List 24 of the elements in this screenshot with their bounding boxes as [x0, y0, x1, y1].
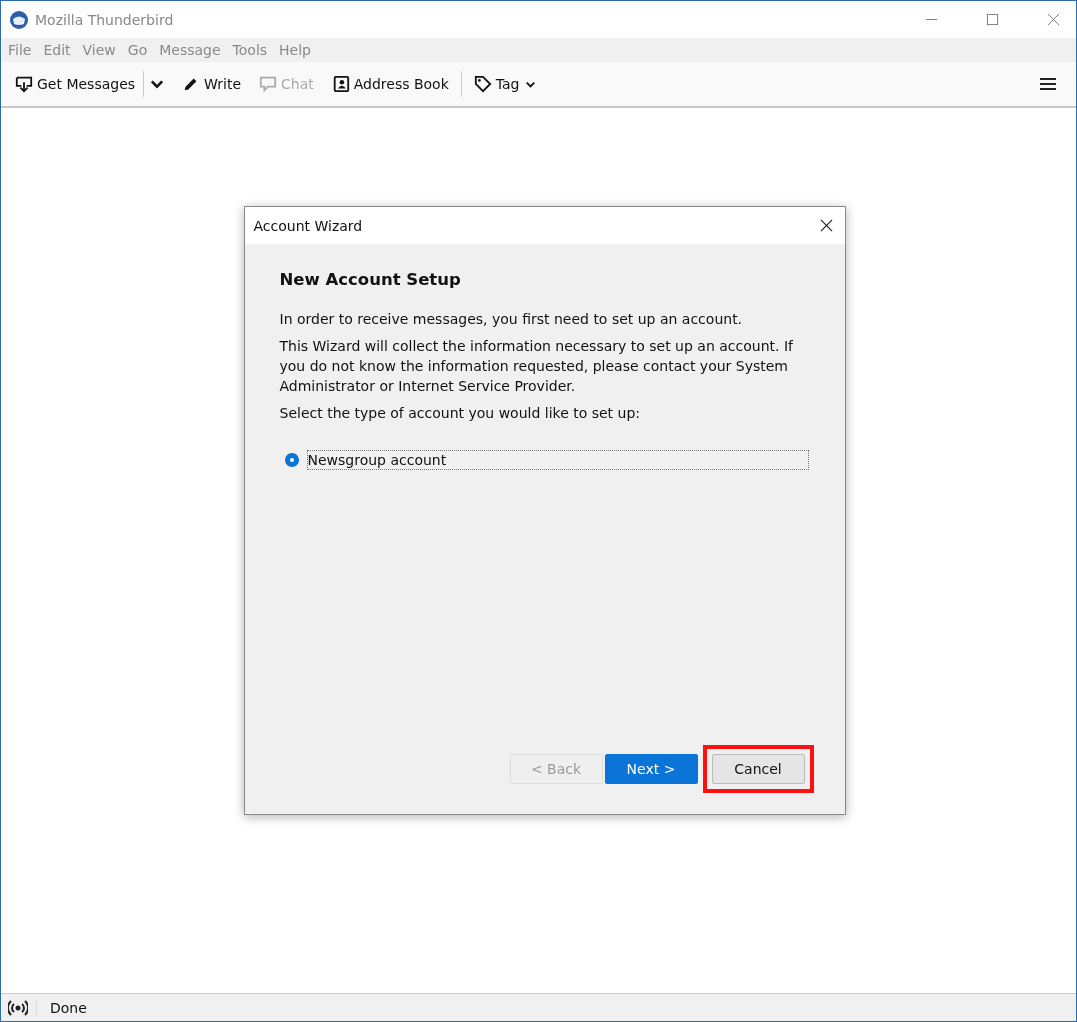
download-tray-icon — [15, 75, 33, 93]
write-button[interactable]: Write — [176, 71, 248, 97]
tag-button[interactable]: Tag — [460, 71, 543, 97]
dialog-heading: New Account Setup — [279, 270, 462, 289]
address-book-icon — [331, 75, 350, 93]
dialog-button[interactable]: Cancel — [711, 754, 805, 784]
window-title: Mozilla Thunderbird — [35, 11, 174, 28]
speech-bubble-icon — [259, 75, 278, 93]
dialog-button[interactable]: Next > — [604, 754, 698, 784]
radio-button[interactable] — [284, 453, 299, 467]
instruction-text: Select the type of account you would like to set up: — [279, 404, 642, 423]
radio-label[interactable]: Newsgroup account — [306, 450, 809, 470]
close-icon[interactable] — [819, 219, 833, 232]
status-text: Done — [36, 999, 87, 1016]
menu-icon[interactable] — [1040, 77, 1056, 91]
instruction-text: In order to receive messages, you first need to set up an account. — [279, 310, 744, 329]
get-button[interactable]: Get Messages — [9, 71, 142, 97]
tag-icon — [473, 75, 492, 93]
addressbook-button[interactable]: Address Book — [325, 71, 455, 97]
broadcast-icon — [8, 999, 28, 1016]
dialog-title: Account Wizard — [253, 217, 363, 234]
app-logo-icon — [9, 9, 29, 30]
maximize-icon[interactable] — [986, 13, 999, 26]
instruction-text: This Wizard will collect the information necessary to set up an account. If you do not know the information requested, please contact your System Administrator or Internet Service Provider. — [279, 337, 795, 396]
